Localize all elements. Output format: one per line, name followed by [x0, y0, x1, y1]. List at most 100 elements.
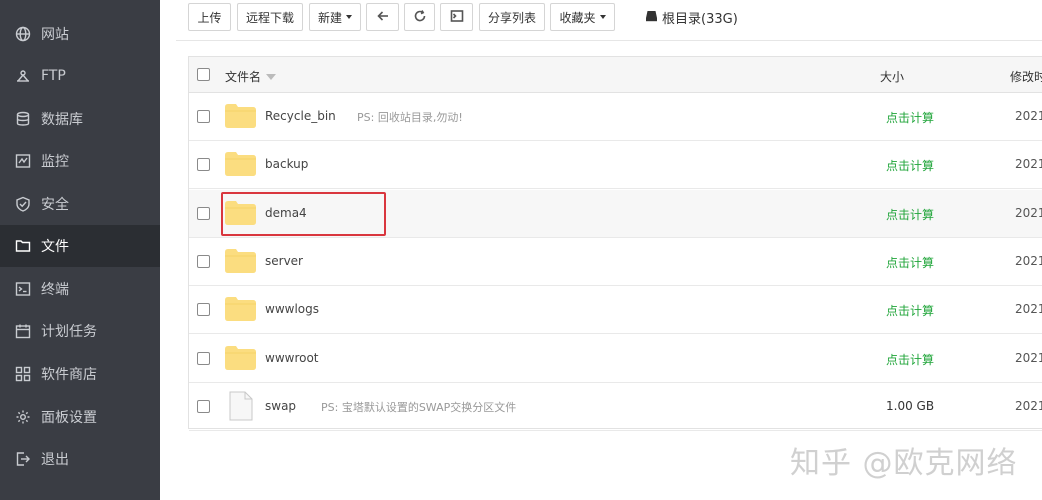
modified-date: 2021	[1015, 109, 1042, 123]
row-checkbox[interactable]	[197, 158, 210, 172]
table-row[interactable]: server 点击计算 2021	[189, 238, 1042, 286]
disk-label: 根目录(33G)	[662, 12, 738, 27]
file-name[interactable]: backup	[265, 157, 308, 171]
calculate-size-link[interactable]: 点击计算	[886, 254, 934, 271]
calendar-icon	[15, 323, 31, 339]
modified-date: 2021	[1015, 253, 1042, 268]
sidebar-item-terminal[interactable]: 终端	[0, 268, 160, 310]
sidebar-item-database[interactable]: 数据库	[0, 98, 160, 140]
gear-icon	[15, 409, 31, 425]
sidebar-item-label: FTP	[41, 68, 66, 84]
file-icon	[229, 391, 253, 421]
toolbar-divider	[176, 40, 1042, 41]
calculate-size-link[interactable]: 点击计算	[886, 157, 934, 174]
chevron-down-icon	[346, 15, 352, 19]
sidebar-item-website[interactable]: 网站	[0, 13, 160, 55]
upload-button[interactable]: 上传	[188, 3, 231, 31]
sidebar-item-label: 网站	[41, 27, 69, 43]
sidebar-item-security[interactable]: 安全	[0, 183, 160, 225]
sidebar-item-label: 软件商店	[41, 367, 97, 383]
column-header-name-label: 文件名	[225, 70, 262, 84]
file-note: PS: 回收站目录,勿动!	[357, 111, 463, 124]
grid-icon	[15, 366, 31, 382]
sidebar-item-files[interactable]: 文件	[0, 225, 160, 267]
sidebar-item-label: 文件	[41, 239, 69, 255]
row-checkbox[interactable]	[197, 110, 210, 123]
logout-icon	[15, 451, 31, 467]
sidebar-item-store[interactable]: 软件商店	[0, 353, 160, 395]
row-checkbox[interactable]	[197, 351, 210, 365]
refresh-icon	[413, 9, 427, 26]
modified-date: 2021	[1015, 205, 1042, 220]
terminal-icon	[15, 281, 31, 297]
globe-icon	[15, 26, 31, 42]
file-name[interactable]: swap	[265, 399, 296, 413]
file-name[interactable]: Recycle_bin	[265, 109, 336, 123]
select-all-checkbox[interactable]	[197, 68, 210, 81]
terminal-button[interactable]	[440, 3, 473, 31]
favorites-dropdown-button[interactable]: 收藏夹	[550, 3, 615, 31]
table-row[interactable]: wwwlogs 点击计算 2021	[189, 286, 1042, 335]
sidebar-item-label: 监控	[41, 154, 69, 170]
column-header-modified[interactable]: 修改时	[1010, 68, 1042, 85]
chevron-down-icon	[599, 15, 606, 19]
column-header-name[interactable]: 文件名	[225, 68, 277, 85]
sidebar-item-label: 终端	[41, 282, 69, 298]
hard-drive-icon	[645, 10, 662, 26]
new-dropdown-button[interactable]: 新建	[309, 3, 361, 31]
column-header-size[interactable]: 大小	[880, 68, 904, 85]
file-name[interactable]: server	[265, 254, 303, 268]
new-button-label: 新建	[317, 10, 342, 25]
folder-icon	[225, 152, 256, 177]
arrow-left-icon	[376, 9, 390, 26]
row-checkbox[interactable]	[197, 206, 210, 220]
folder-icon	[225, 248, 256, 273]
modified-date: 2021	[1015, 350, 1042, 365]
sidebar: 网站 FTP 数据库 监控 安全 文件 终端 计划任务 软件商店 面板设置 退出	[0, 0, 160, 500]
row-checkbox[interactable]	[197, 399, 210, 413]
modified-date: 2021	[1015, 302, 1042, 317]
calculate-size-link[interactable]: 点击计算	[886, 206, 934, 223]
database-icon	[15, 111, 31, 127]
disk-selector[interactable]: 根目录(33G)	[645, 8, 738, 27]
row-checkbox[interactable]	[197, 303, 210, 317]
folder-icon	[15, 238, 31, 254]
calculate-size-link[interactable]: 点击计算	[886, 302, 934, 319]
sidebar-item-logout[interactable]: 退出	[0, 438, 160, 480]
folder-icon	[225, 345, 256, 370]
sidebar-item-label: 面板设置	[41, 410, 97, 426]
folder-icon	[225, 104, 256, 128]
folder-icon	[225, 297, 256, 322]
file-name[interactable]: wwwlogs	[265, 302, 319, 316]
refresh-button[interactable]	[404, 3, 435, 31]
remote-download-button[interactable]: 远程下载	[237, 3, 303, 31]
modified-date: 2021	[1015, 157, 1042, 172]
back-button[interactable]	[366, 3, 399, 31]
modified-date: 2021	[1015, 398, 1042, 413]
sidebar-item-label: 安全	[41, 197, 69, 213]
file-name[interactable]: wwwroot	[265, 351, 319, 365]
file-note: PS: 宝塔默认设置的SWAP交换分区文件	[321, 400, 517, 414]
monitor-icon	[15, 153, 31, 169]
shield-icon	[15, 196, 31, 212]
table-row[interactable]: wwwroot 点击计算 2021	[189, 335, 1042, 383]
sidebar-item-settings[interactable]: 面板设置	[0, 396, 160, 438]
favorites-button-label: 收藏夹	[559, 10, 596, 25]
calculate-size-link[interactable]: 点击计算	[886, 351, 934, 368]
row-checkbox[interactable]	[197, 254, 210, 268]
sidebar-item-cron[interactable]: 计划任务	[0, 310, 160, 352]
file-size: 1.00 GB	[886, 398, 935, 413]
table-row[interactable]: backup 点击计算 2021	[189, 141, 1042, 190]
table-row[interactable]: Recycle_bin PS: 回收站目录,勿动! 点击计算 2021	[189, 93, 1042, 141]
sidebar-item-label: 退出	[41, 452, 69, 468]
sidebar-item-ftp[interactable]: FTP	[0, 55, 160, 97]
table-header: 文件名 大小 修改时	[189, 57, 1042, 93]
calculate-size-link[interactable]: 点击计算	[886, 109, 934, 126]
file-table: 文件名 大小 修改时 Recycle_bin PS: 回收站目录,勿动! 点击计算 2…	[188, 56, 1042, 431]
table-row[interactable]: swap PS: 宝塔默认设置的SWAP交换分区文件 1.00 GB 2021	[189, 383, 1042, 431]
highlight-annotation	[221, 192, 386, 236]
sort-down-icon	[266, 73, 277, 80]
share-list-button[interactable]: 分享列表	[479, 3, 545, 31]
sidebar-item-monitor[interactable]: 监控	[0, 140, 160, 182]
sidebar-item-label: 计划任务	[41, 324, 97, 340]
